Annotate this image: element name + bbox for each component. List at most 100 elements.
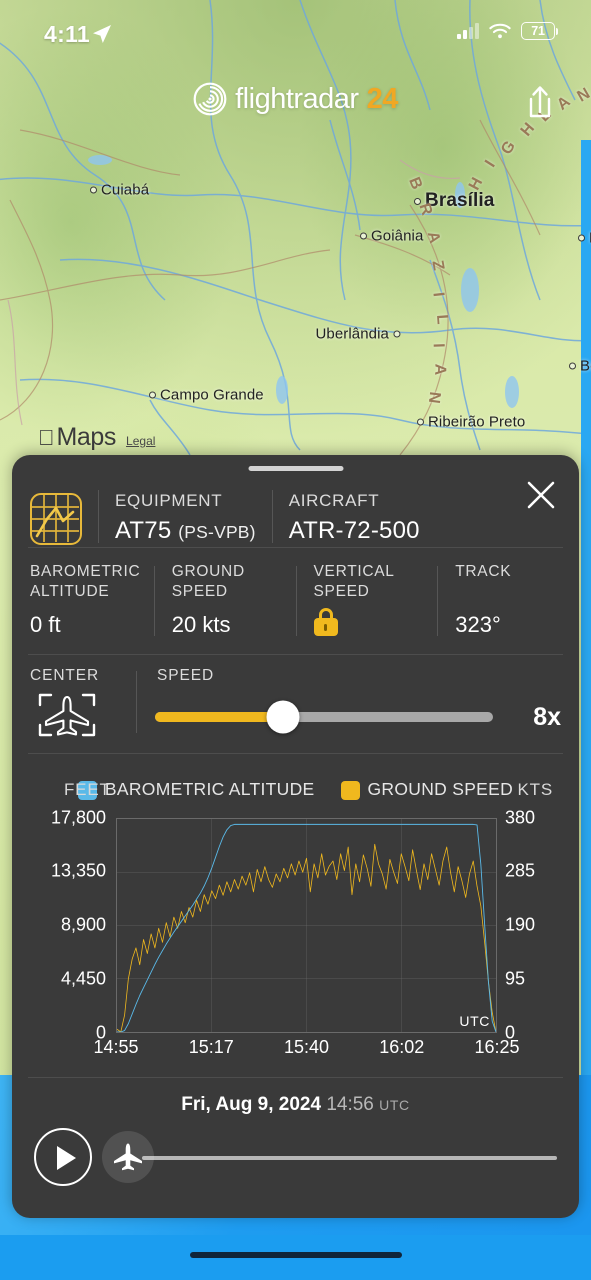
flight-chart: FEET BAROMETRIC ALTITUDE GROUND SPEED KT… <box>12 754 579 1063</box>
playback-controls <box>12 1116 579 1186</box>
battery-level: 71 <box>531 24 545 38</box>
stats-row: BAROMETRIC ALTITUDE 0 ft GROUND SPEED 20 k… <box>12 548 579 654</box>
stat-vertical-speed: VERTICAL SPEED <box>295 562 438 638</box>
panel-divider-4 <box>28 1076 563 1078</box>
map-city-m: M <box>578 230 591 247</box>
slider-knob[interactable] <box>266 700 300 734</box>
legend-label-speed: GROUND SPEED <box>367 779 514 800</box>
map-region-label: B R A Z I L I A N H I G H L A N D <box>405 83 591 408</box>
map-water-right <box>581 140 591 1235</box>
stat-value: 20 kts <box>171 611 231 637</box>
cellular-bars-icon <box>457 23 479 39</box>
scrubber-track <box>142 1155 557 1160</box>
playback-date: Fri, Aug 9, 2024 <box>181 1093 322 1115</box>
playback-scrubber[interactable] <box>98 1130 557 1183</box>
header-divider-2 <box>271 490 273 543</box>
legend-item-altitude[interactable]: BAROMETRIC ALTITUDE <box>77 779 315 801</box>
chart-xtick: 14:55 <box>93 1036 139 1057</box>
aircraft-value: ATR-72-500 <box>288 516 420 544</box>
stat-ground-speed: GROUND SPEED 20 kts <box>153 562 296 638</box>
legend-label-altitude: BAROMETRIC ALTITUDE <box>104 779 315 800</box>
brand-suffix: 24 <box>366 82 399 115</box>
chart-ytick-right: 95 <box>505 968 526 989</box>
map-legal-link[interactable]: Legal <box>126 434 155 448</box>
chart-xtick: 16:02 <box>379 1036 425 1057</box>
chart-ytick-right: 190 <box>505 914 536 935</box>
app-screen: Cuiabá Brasília Goiânia Uberlândia Campo Gra… <box>0 0 591 1280</box>
battery-indicator: 71 <box>521 22 558 40</box>
stat-value: 0 ft <box>30 611 61 637</box>
city-name: Campo Grande <box>160 386 264 404</box>
playback-timezone: UTC <box>379 1096 410 1113</box>
city-name: Cuiabá <box>101 181 150 199</box>
city-dot <box>578 234 585 242</box>
chart-ytick-right: 380 <box>505 807 536 828</box>
chart-grid-icon <box>30 492 82 545</box>
equipment-field: EQUIPMENT AT75 (PS-VPB) <box>115 491 256 545</box>
flightradar24-logo: flightradar 24 <box>0 82 591 116</box>
scrubber-handle[interactable] <box>102 1130 154 1183</box>
chart-xtick: 15:40 <box>283 1036 330 1057</box>
lock-icon[interactable] <box>313 607 338 636</box>
brand-name: flightradar <box>235 82 359 115</box>
map-city-campo-grande: Campo Grande <box>149 387 264 404</box>
stat-track: TRACK 323° <box>437 562 579 638</box>
map-city-be: Be <box>569 358 591 375</box>
speed-label: SPEED <box>157 666 215 684</box>
legend-item-speed[interactable]: GROUND SPEED <box>340 779 514 801</box>
chart-left-unit: FEET <box>64 779 111 799</box>
equipment-value: AT75 (PS-VPB) <box>115 517 256 545</box>
status-bar-time: 4:11 <box>44 21 90 47</box>
chart-xtick: 16:25 <box>474 1036 520 1057</box>
equipment-label: EQUIPMENT <box>115 490 223 510</box>
header-divider-1 <box>98 490 99 543</box>
apple-maps-label: Maps <box>40 423 117 451</box>
playback-timestamp: Fri, Aug 9, 2024 14:56 UTC <box>12 1094 579 1116</box>
controls-row: CENTER SPEED 8x <box>12 655 579 753</box>
center-control[interactable]: CENTER <box>30 667 126 739</box>
location-arrow-icon <box>93 25 111 43</box>
chart-x-axis: 14:55 15:17 15:40 16:02 16:25 <box>20 1037 571 1063</box>
speed-slider[interactable] <box>155 700 493 734</box>
stat-value: 323° <box>455 611 501 637</box>
flight-detail-panel: EQUIPMENT AT75 (PS-VPB) AIRCRAFT ATR-72-… <box>12 455 579 1218</box>
slider-fill <box>155 712 284 723</box>
center-plane-icon <box>36 691 98 739</box>
status-bar-indicators: 71 <box>457 22 558 40</box>
stat-label: GROUND SPEED <box>171 563 245 600</box>
plane-icon <box>114 1143 142 1170</box>
speed-value: 8x <box>533 702 561 731</box>
map-city-cuiabá: Cuiabá <box>90 182 149 199</box>
stat-label: BAROMETRIC ALTITUDE <box>30 563 141 600</box>
radar-spiral-icon <box>193 82 227 116</box>
city-dot <box>90 186 97 194</box>
drag-handle[interactable] <box>248 466 343 471</box>
stat-label: VERTICAL SPEED <box>313 563 395 600</box>
close-icon <box>527 481 555 509</box>
aircraft-field: AIRCRAFT ATR-72-500 <box>289 491 420 545</box>
chart-utc-label: UTC <box>459 1012 490 1029</box>
map-attribution:  Maps Legal <box>38 423 155 452</box>
stat-label: TRACK <box>455 563 512 580</box>
stat-barometric-altitude: BAROMETRIC ALTITUDE 0 ft <box>12 562 154 638</box>
home-indicator <box>189 1252 402 1258</box>
center-label: CENTER <box>30 666 100 684</box>
chart-ytick-right: 285 <box>505 860 536 881</box>
legend-swatch-speed <box>340 781 360 801</box>
city-dot <box>149 391 156 399</box>
chart-plot-area[interactable]: 0 4,450 8,900 13,350 17,800 0 95 190 285 380 UTC <box>20 807 571 1042</box>
playback-time: 14:56 <box>326 1093 374 1115</box>
chart-plot: UTC <box>116 817 497 1033</box>
aircraft-label: AIRCRAFT <box>288 490 380 510</box>
equipment-code: AT75 <box>115 516 172 544</box>
apple-logo-icon:  <box>38 426 55 449</box>
status-bar: 4:11 71 <box>0 0 591 62</box>
share-button[interactable] <box>519 80 561 124</box>
apple-maps-attribution:  Maps <box>38 423 116 452</box>
chart-right-unit: KTS <box>517 779 553 799</box>
close-button[interactable] <box>521 475 561 515</box>
equipment-registration: (PS-VPB) <box>178 521 256 542</box>
play-button[interactable] <box>34 1127 92 1186</box>
share-icon <box>529 86 551 118</box>
wifi-icon <box>489 23 511 39</box>
